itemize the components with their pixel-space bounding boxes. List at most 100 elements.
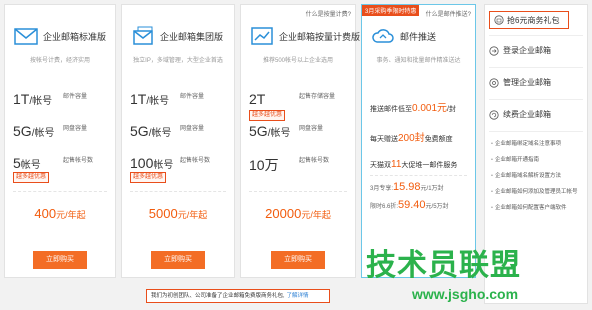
divider: [370, 175, 467, 176]
help-link[interactable]: 企业邮箱域名解析设置方法: [491, 171, 561, 179]
spec-value: 2T: [249, 91, 266, 107]
push-price-value: 0.001元: [412, 103, 448, 114]
spec-row: 10万 起售帐号数: [249, 155, 351, 175]
watermark-logo: 技术员联盟: [366, 249, 521, 282]
spec-value: 100: [130, 155, 154, 171]
limited-offer-price: 59.40: [398, 199, 426, 211]
price-value: 5000: [148, 206, 178, 221]
help-link[interactable]: 企业邮箱如何添加及管理员工帐号: [491, 187, 578, 195]
plan-header: 邮件推送: [370, 23, 436, 49]
march-offer-suffix: 元/1万封: [420, 186, 444, 192]
divider: [489, 67, 583, 68]
spec-unit: /帐号: [29, 96, 53, 107]
spec-value: 5G: [13, 123, 32, 139]
plan-desc: 推荐500帐号以上企业选用: [262, 58, 333, 64]
discount-badge: 越多越优惠: [13, 172, 50, 183]
spec-unit: /帐号: [146, 96, 170, 107]
spec-value: 5G: [130, 123, 149, 139]
limited-offer-suffix: 元/5万封: [425, 204, 449, 210]
buy-now-button[interactable]: 立即购买: [151, 251, 205, 269]
march-offer-price: 15.98: [393, 181, 421, 193]
spec-row: 100 帐号 起售帐号数: [130, 155, 230, 171]
price-unit: 元/年起: [56, 210, 86, 220]
spec-label: 网盘容量: [299, 126, 324, 132]
buy-now-button[interactable]: 立即购买: [271, 251, 325, 269]
learn-more-link[interactable]: 了解详情: [287, 293, 309, 299]
price-unit: 元/年起: [301, 210, 331, 220]
plan-desc: 按帐号计费，经济实用: [29, 58, 90, 64]
plan-price: 5000元/年起: [122, 205, 234, 223]
plan-price: 20000元/年起: [241, 205, 355, 223]
double11-suffix: 大促堆一邮件服务: [401, 162, 458, 169]
discount-badge: 越多越优惠: [249, 110, 286, 121]
plan-title: 企业邮箱标准版: [43, 31, 107, 42]
free-quota-prefix: 每天赠送: [370, 136, 398, 143]
double11-row: 天猫双11大促堆一邮件服务: [370, 159, 457, 170]
push-price-row: 推送邮件低至0.001元/封: [370, 99, 456, 114]
spec-label: 起售帐号数: [180, 158, 211, 164]
chart-mail-icon: [251, 27, 273, 45]
plan-price: 400元/年起: [5, 205, 115, 223]
plan-header: 企业邮箱标准版: [13, 23, 106, 49]
login-icon: [489, 45, 499, 56]
march-offer-row: 3月专享:15.98元/1万封: [370, 181, 444, 193]
buy-now-button[interactable]: 立即购买: [33, 251, 87, 269]
push-price-suffix: /封: [447, 106, 456, 113]
spec-label: 网盘容量: [180, 126, 205, 132]
spec-row: 1T/帐号 邮件容量: [13, 91, 111, 107]
spec-unit: 帐号: [153, 160, 174, 171]
price-value: 400: [34, 206, 57, 221]
plan-card-push: 3月采购季限时特惠 什么是邮件推送? 邮件推送 事务、通知和批量邮件精准送达 推…: [361, 4, 476, 278]
plan-card-group: 企业邮箱集团版 独立IP，多域管理，大型企业首选 1T/帐号 邮件容量 5G/帐号…: [121, 4, 235, 278]
help-link[interactable]: 企业邮箱绑定域名注意事项: [491, 139, 561, 147]
what-is-push-link[interactable]: 什么是邮件推送?: [426, 9, 471, 18]
sidebar-item-label: 管理企业邮箱: [503, 78, 551, 87]
manage-mailbox-link[interactable]: 管理企业邮箱: [489, 77, 551, 88]
spec-unit: /帐号: [31, 128, 55, 139]
plan-header: 企业邮箱集团版: [130, 23, 223, 49]
spec-row: 2T 起售存储容量: [249, 91, 351, 107]
spec-value: 5G: [249, 123, 268, 139]
spec-row: 5G/帐号 网盘容量: [13, 123, 111, 139]
spec-unit: /帐号: [148, 128, 172, 139]
spec-row: 5G/帐号 网盘容量: [249, 123, 351, 139]
plan-card-metered: 什么是按量计费? 企业邮箱按量计费版 推荐500帐号以上企业选用 2T 起售存储容…: [240, 4, 360, 278]
plan-desc: 事务、通知和批量邮件精准送达: [376, 58, 461, 64]
spec-row: 1T/帐号 邮件容量: [130, 91, 230, 107]
double11-value: 11: [391, 159, 402, 170]
push-price-prefix: 推送邮件低至: [370, 106, 412, 113]
spec-value: 10万: [249, 157, 279, 173]
sidebar-item-label: 续费企业邮箱: [503, 110, 551, 119]
divider: [489, 99, 583, 100]
divider: [130, 191, 226, 192]
divider: [249, 191, 347, 192]
spec-label: 起售存储容量: [299, 94, 336, 100]
spec-label: 邮件容量: [63, 94, 88, 100]
limited-offer-prefix: 限时6.6折:: [370, 204, 399, 210]
double11-prefix: 天猫双: [370, 162, 391, 169]
price-unit: 元/年起: [177, 210, 208, 220]
plan-title: 邮件推送: [400, 31, 437, 42]
march-offer-prefix: 3月专享:: [370, 186, 394, 192]
free-quota-suffix: 免费额度: [424, 136, 453, 143]
renew-mailbox-link[interactable]: 续费企业邮箱: [489, 109, 551, 120]
plan-header: 企业邮箱按量计费版: [249, 23, 360, 49]
plan-title: 企业邮箱按量计费版: [279, 31, 361, 42]
help-link[interactable]: 企业邮箱如何配置客户端软件: [491, 203, 567, 211]
watermark-url: www.jsgho.com: [412, 286, 519, 302]
login-mailbox-link[interactable]: 登录企业邮箱: [489, 45, 551, 56]
renew-icon: [489, 109, 499, 120]
plan-card-standard: 企业邮箱标准版 按帐号计费，经济实用 1T/帐号 邮件容量 5G/帐号 网盘容量 5…: [4, 4, 116, 278]
help-link[interactable]: 企业邮箱开通指南: [491, 155, 539, 163]
gift-package-button[interactable]: 抢6元商务礼包: [489, 11, 569, 29]
discount-badge: 越多越优惠: [130, 172, 167, 183]
what-is-metered-link[interactable]: 什么是按量计费?: [306, 9, 351, 18]
spec-value: 5: [13, 155, 21, 171]
divider: [13, 191, 107, 192]
plan-title: 企业邮箱集团版: [160, 31, 224, 42]
spec-value: 1T: [130, 91, 147, 107]
promo-tag: 3月采购季限时特惠: [362, 5, 420, 16]
spec-unit: /帐号: [267, 128, 291, 139]
spec-row: 5 帐号 起售帐号数: [13, 155, 111, 171]
spec-label: 起售帐号数: [299, 158, 330, 164]
